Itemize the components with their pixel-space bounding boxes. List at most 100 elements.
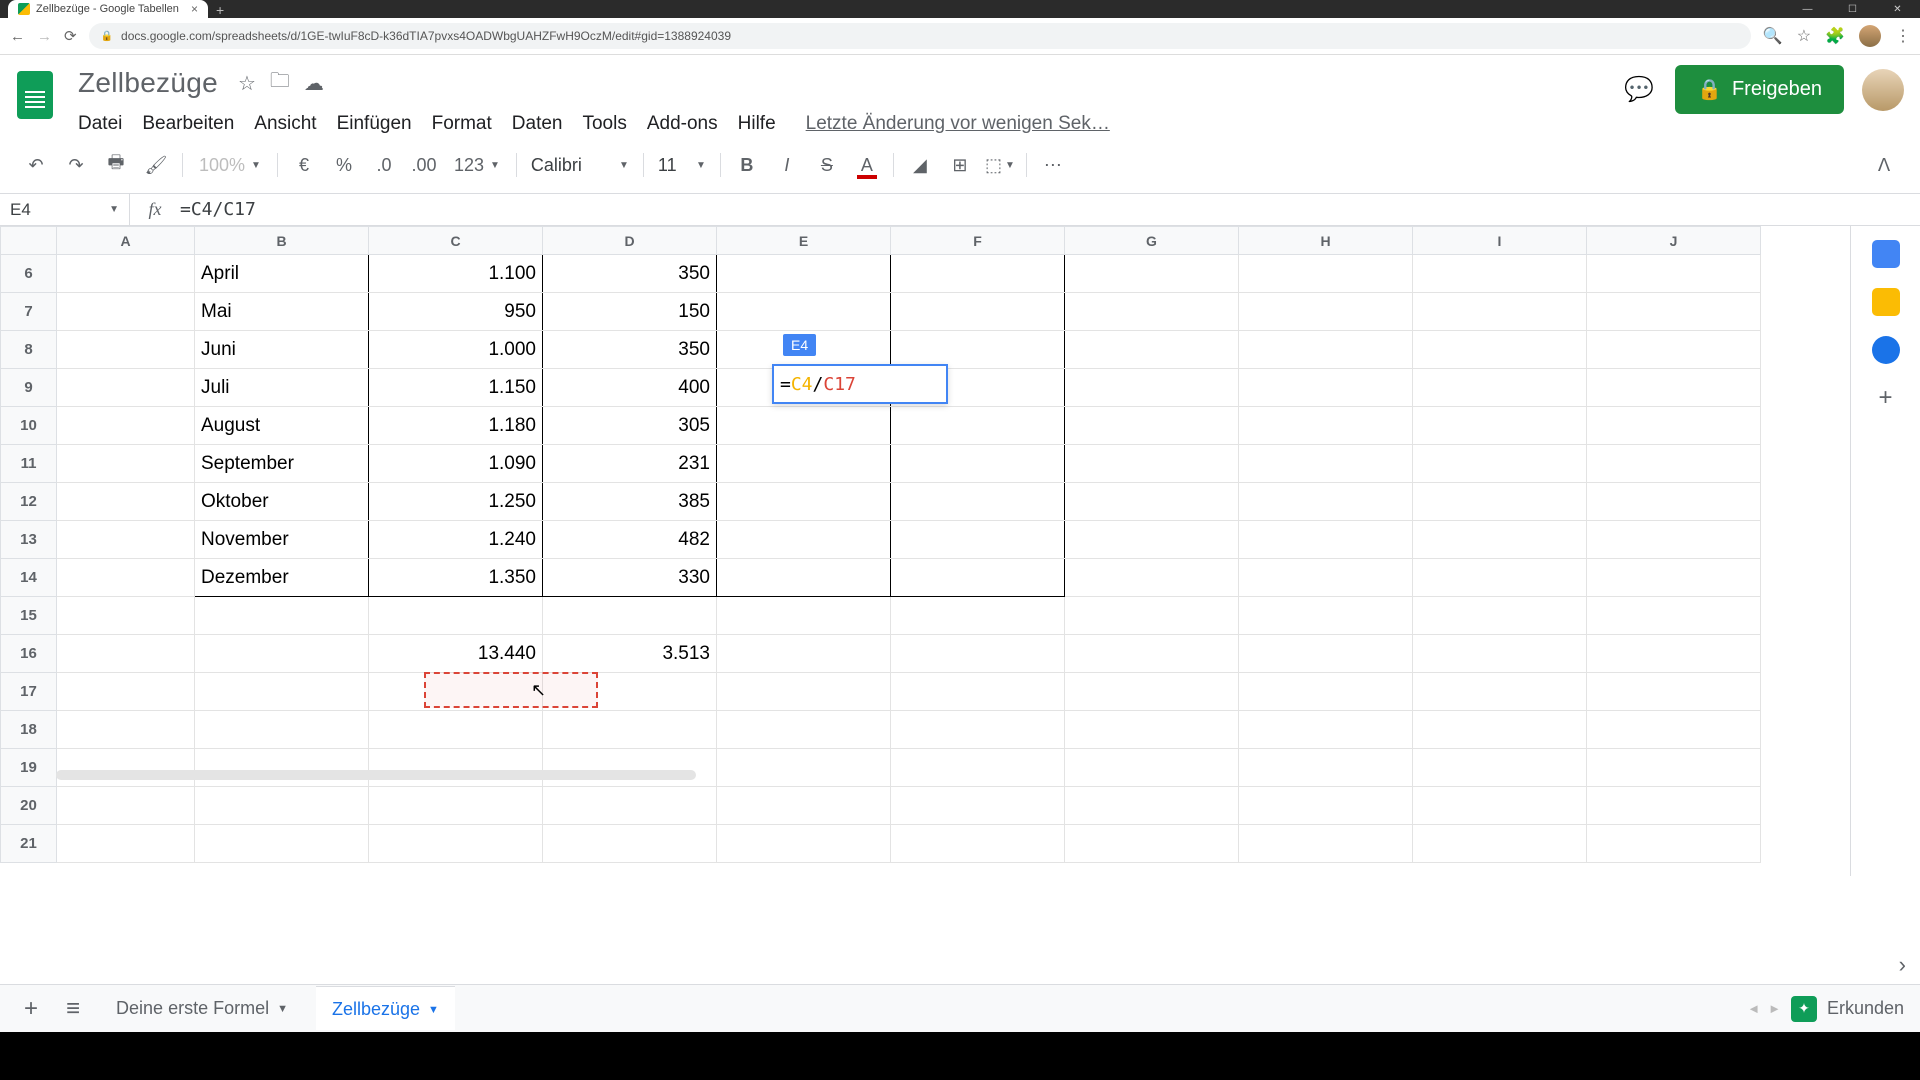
cell[interactable] [543,825,717,863]
cell[interactable]: 400 [543,369,717,407]
cell[interactable] [57,711,195,749]
menu-daten[interactable]: Daten [502,111,573,137]
col-header-d[interactable]: D [543,227,717,255]
row-header[interactable]: 21 [1,825,57,863]
cell[interactable] [1587,445,1761,483]
merge-button[interactable]: ⬚▼ [982,147,1018,183]
cell[interactable]: Mai [195,293,369,331]
sheets-logo[interactable] [10,65,60,125]
cell[interactable] [1587,483,1761,521]
cell[interactable] [1413,483,1587,521]
cell[interactable]: September [195,445,369,483]
close-tab-icon[interactable]: × [191,2,198,16]
cell[interactable] [1413,787,1587,825]
cell[interactable] [369,825,543,863]
cell[interactable] [369,787,543,825]
cell[interactable] [891,521,1065,559]
row-header[interactable]: 18 [1,711,57,749]
cell[interactable] [891,673,1065,711]
font-size-select[interactable]: 11▼ [652,155,712,176]
cell[interactable] [1587,255,1761,293]
cell[interactable] [1065,331,1239,369]
tasks-icon[interactable] [1872,336,1900,364]
forward-button[interactable]: → [37,28,52,45]
cell[interactable]: Dezember [195,559,369,597]
cell[interactable]: Juli [195,369,369,407]
col-header-i[interactable]: I [1413,227,1587,255]
cell[interactable] [1065,483,1239,521]
cell[interactable] [1413,255,1587,293]
cell[interactable] [1587,673,1761,711]
explore-button[interactable]: ◄► ✦ Erkunden [1737,996,1904,1022]
menu-bearbeiten[interactable]: Bearbeiten [132,111,244,137]
cell[interactable] [57,825,195,863]
cell[interactable] [1239,597,1413,635]
cell[interactable] [891,749,1065,787]
row-header[interactable]: 7 [1,293,57,331]
cell[interactable] [1587,293,1761,331]
cell[interactable] [1239,521,1413,559]
number-format-select[interactable]: 123▼ [446,155,508,176]
profile-avatar[interactable] [1859,25,1881,47]
url-input[interactable]: 🔒 docs.google.com/spreadsheets/d/1GE-twI… [89,23,1751,49]
cell[interactable] [57,483,195,521]
print-button[interactable]: 🖶 [98,147,134,183]
cell[interactable] [1587,369,1761,407]
cell[interactable] [717,825,891,863]
extensions-icon[interactable]: 🧩 [1825,26,1845,46]
cell[interactable] [57,521,195,559]
cell[interactable] [1239,407,1413,445]
currency-button[interactable]: € [286,147,322,183]
col-header-c[interactable]: C [369,227,543,255]
redo-button[interactable]: ↷ [58,147,94,183]
menu-ansicht[interactable]: Ansicht [244,111,326,137]
strike-button[interactable]: S [809,147,845,183]
cell[interactable] [1413,597,1587,635]
menu-einfuegen[interactable]: Einfügen [327,111,422,137]
cell[interactable] [1413,635,1587,673]
reload-button[interactable]: ⟳ [64,27,77,45]
menu-hilfe[interactable]: Hilfe [728,111,786,137]
cell[interactable] [717,711,891,749]
col-header-f[interactable]: F [891,227,1065,255]
cell[interactable] [1413,559,1587,597]
row-header[interactable]: 16 [1,635,57,673]
cell[interactable]: 330 [543,559,717,597]
font-select[interactable]: Calibri▼ [525,155,635,176]
last-edit-link[interactable]: Letzte Änderung vor wenigen Sek… [796,111,1120,137]
col-header-b[interactable]: B [195,227,369,255]
cell[interactable] [1587,597,1761,635]
cell[interactable] [1065,673,1239,711]
comments-icon[interactable]: 💬 [1621,72,1657,108]
cell[interactable]: 950 [369,293,543,331]
cell[interactable]: 482 [543,521,717,559]
sheet-tab-caret-icon[interactable]: ▼ [277,1003,288,1015]
undo-button[interactable]: ↶ [18,147,54,183]
cell[interactable] [717,445,891,483]
cell[interactable] [57,673,195,711]
cell[interactable]: 1.350 [369,559,543,597]
cell[interactable]: 1.240 [369,521,543,559]
cell[interactable] [891,483,1065,521]
row-header[interactable]: 9 [1,369,57,407]
cell[interactable] [717,673,891,711]
cell[interactable]: 13.440 [369,635,543,673]
cell[interactable] [57,255,195,293]
cell[interactable] [717,635,891,673]
cell[interactable] [1413,445,1587,483]
cloud-status-icon[interactable]: ☁ [304,71,324,96]
cell[interactable] [1413,293,1587,331]
formula-input[interactable]: =C4/C17 [180,199,256,220]
cell[interactable] [717,597,891,635]
cell[interactable]: Juni [195,331,369,369]
cell[interactable] [195,635,369,673]
cell[interactable] [57,293,195,331]
sheet-tab-2-active[interactable]: Zellbezüge ▼ [316,987,455,1030]
spreadsheet-grid[interactable]: A B C D E F G H I J 6 April 1.100 350 7 … [0,226,1850,876]
cell[interactable] [1239,825,1413,863]
cell[interactable] [543,749,717,787]
add-ons-icon[interactable]: + [1878,384,1892,412]
cell[interactable] [1239,255,1413,293]
row-header[interactable]: 11 [1,445,57,483]
cell[interactable]: 385 [543,483,717,521]
